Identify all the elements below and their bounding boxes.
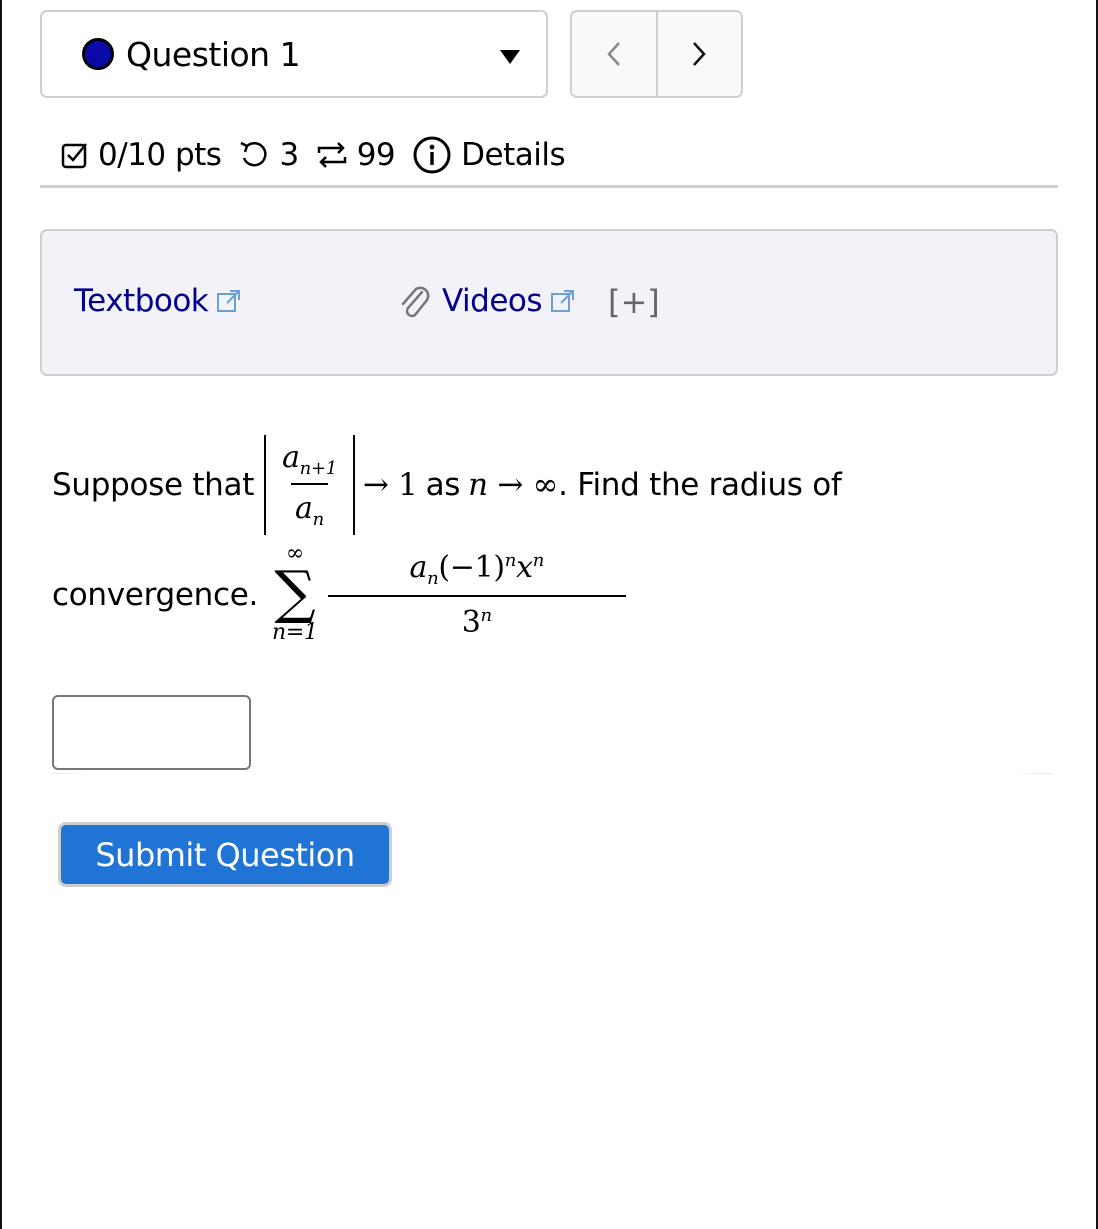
as-text: as bbox=[425, 467, 461, 503]
limit-expression: n → ∞ bbox=[468, 467, 559, 503]
textbook-label: Textbook bbox=[74, 283, 209, 319]
limit-value: → 1 bbox=[362, 467, 418, 503]
denominator-base: 3 bbox=[461, 605, 481, 640]
question-selector-label: Question 1 bbox=[126, 34, 301, 74]
chevron-left-icon bbox=[607, 42, 620, 66]
external-link-icon bbox=[217, 290, 241, 312]
caret-down-icon bbox=[500, 50, 520, 64]
score-text: 0/10 pts bbox=[98, 137, 222, 173]
chevron-right-icon bbox=[693, 42, 706, 66]
question-meta: 0/10 pts 3 99 Details bbox=[60, 130, 581, 180]
checkbox-icon bbox=[60, 140, 90, 170]
expand-resources-toggle[interactable]: [+] bbox=[608, 283, 660, 321]
find-text: . Find the radius of bbox=[558, 467, 842, 503]
sigma-symbol: ∑ bbox=[274, 558, 316, 626]
attempts-remaining: 3 bbox=[279, 137, 299, 173]
ratio-denominator: an bbox=[291, 483, 328, 530]
version-count: 99 bbox=[356, 137, 396, 173]
textbook-link[interactable]: Textbook bbox=[74, 283, 242, 319]
question-status-dot bbox=[82, 38, 114, 70]
convergence-text: convergence. bbox=[52, 577, 259, 613]
next-question-button[interactable] bbox=[658, 12, 742, 96]
paperclip-icon bbox=[401, 286, 430, 318]
question-line-1: Suppose that an+1 an → 1 as n → ∞ . Find… bbox=[52, 430, 842, 540]
divider bbox=[40, 185, 1058, 188]
external-link-icon bbox=[551, 290, 575, 312]
previous-question-button[interactable] bbox=[572, 12, 658, 96]
ratio-abs-expression: an+1 an bbox=[264, 435, 355, 535]
details-link[interactable]: Details bbox=[461, 137, 565, 173]
question-line-2: convergence. ∞ ∑ n=1 an(−1)nxn 3n bbox=[52, 530, 626, 660]
window-edge-left bbox=[0, 0, 2, 1229]
sum-lower-limit: n=1 bbox=[272, 620, 318, 645]
divider bbox=[52, 773, 1052, 774]
ratio-fraction: an+1 an bbox=[278, 440, 341, 530]
help-resources-panel: Textbook Videos [+] bbox=[40, 229, 1058, 376]
series-denominator: 3n bbox=[327, 595, 626, 640]
question-intro: Suppose that bbox=[52, 467, 255, 503]
ratio-numerator: an+1 bbox=[282, 440, 337, 479]
question-selector-dropdown[interactable]: Question 1 bbox=[40, 10, 548, 98]
submit-question-button[interactable]: Submit Question bbox=[58, 822, 392, 887]
question-pager bbox=[570, 10, 743, 98]
info-icon[interactable] bbox=[411, 134, 453, 176]
answer-input[interactable] bbox=[52, 695, 251, 770]
summation: ∞ ∑ n=1 bbox=[272, 543, 318, 646]
denominator-exponent: n bbox=[480, 605, 493, 626]
videos-link[interactable]: Videos bbox=[396, 283, 576, 319]
videos-label: Videos bbox=[442, 283, 543, 319]
retry-icon bbox=[237, 138, 271, 172]
series-numerator: an(−1)nxn bbox=[409, 550, 545, 589]
swap-icon bbox=[315, 138, 349, 172]
series-term-fraction: an(−1)nxn 3n bbox=[327, 550, 626, 640]
